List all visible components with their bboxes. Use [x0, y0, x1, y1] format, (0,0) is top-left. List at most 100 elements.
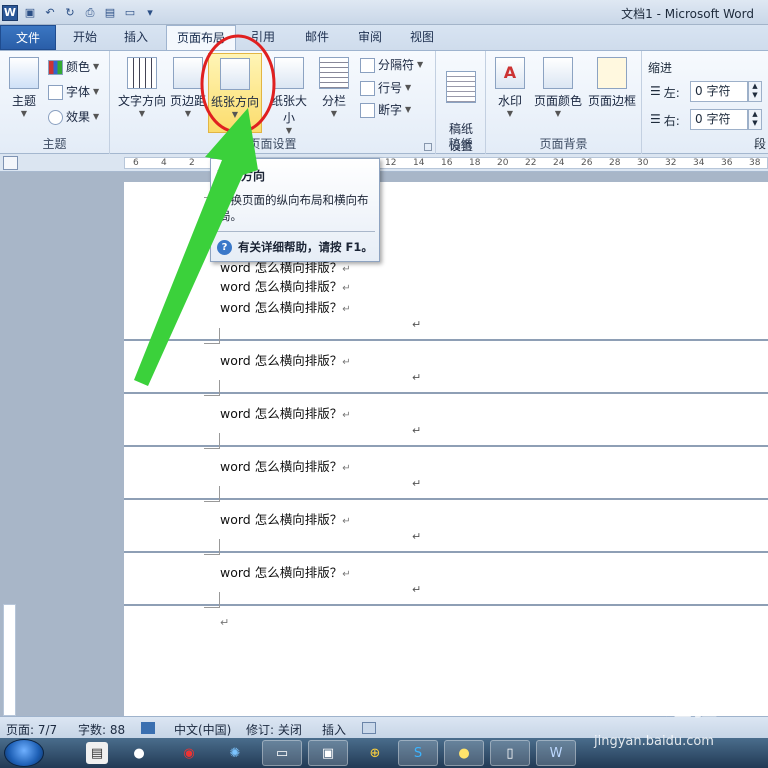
tab-review[interactable]: 审阅 — [346, 25, 394, 50]
text-direction-icon — [127, 57, 157, 89]
vertical-ruler[interactable] — [3, 604, 16, 716]
paint-icon[interactable]: ▣ — [308, 740, 348, 766]
chevron-down-icon: ▼ — [93, 62, 100, 71]
ruler-tick-label: 26 — [581, 158, 593, 168]
tab-file[interactable]: 文件 — [0, 25, 56, 50]
indent-left-spinner[interactable]: ▲ ▼ — [748, 81, 762, 102]
ruler-tick-label: 38 — [749, 158, 761, 168]
watermark-button[interactable]: A 水印 ▼ — [490, 57, 530, 118]
quick-access-toolbar: W ▣ ↶ ↻ ⎙ ▤ ▭ ▾ — [2, 3, 158, 22]
chevron-down-icon: ▼ — [417, 60, 424, 69]
print-preview-icon[interactable]: ⎙ — [82, 5, 98, 21]
line-numbers-button[interactable]: 行号 ▼ — [360, 78, 411, 98]
margin-corner — [204, 433, 220, 449]
customize-toolbar-icon[interactable]: ▾ — [142, 5, 158, 21]
baidu-watermark: Baidu经验 — [582, 692, 718, 722]
chat-icon[interactable]: ● — [444, 740, 484, 766]
tooltip-description: 切换页面的纵向布局和横向布局。 — [219, 193, 369, 223]
paragraph-mark: ↵ — [412, 583, 422, 596]
notepad-icon[interactable]: ▯ — [490, 740, 530, 766]
word-icon[interactable]: W — [536, 740, 576, 766]
page-borders-button[interactable]: 页面边框 — [586, 57, 638, 109]
dialog-launcher-icon[interactable] — [424, 143, 432, 151]
page-break — [124, 498, 768, 500]
tab-selector[interactable] — [3, 156, 18, 170]
group-indent: 缩进 ☰ 左: 0 字符 ▲ ▼ ☰ 右: 0 字符 ▲ ▼ 段 — [642, 51, 768, 155]
text-line[interactable]: word 怎么横向排版？↵ — [220, 456, 351, 475]
text-line[interactable]: word 怎么横向排版？↵ — [220, 403, 351, 422]
fonts-button[interactable]: 字体 ▼ — [48, 82, 99, 102]
proofing-icon[interactable] — [141, 722, 155, 734]
tab-references[interactable]: 引用 — [240, 25, 286, 50]
indent-right-spinner[interactable]: ▲ ▼ — [748, 109, 762, 130]
orientation-button[interactable]: 纸张方向 ▼ — [208, 53, 262, 133]
indent-left-field[interactable]: 0 字符 — [690, 81, 748, 102]
effects-button[interactable]: 效果 ▼ — [48, 107, 99, 127]
paragraph-mark: ↵ — [220, 616, 230, 629]
sogou-icon[interactable]: S — [398, 740, 438, 766]
margin-corner — [204, 328, 220, 344]
text-line[interactable]: word 怎么横向排版？↵ — [220, 562, 351, 581]
ruler-tick-label: 34 — [693, 158, 705, 168]
orb-icon[interactable]: ✺ — [222, 740, 248, 766]
qq-icon[interactable]: ● — [126, 740, 152, 766]
tab-insert[interactable]: 插入 — [112, 25, 160, 50]
hyphenation-button[interactable]: 断字 ▼ — [360, 100, 411, 120]
document-area[interactable]: word 怎么横向排版？↵ word 怎么横向排版？↵ word 怎么横向排版？… — [124, 182, 768, 716]
tab-mailings[interactable]: 邮件 — [292, 25, 342, 50]
effects-icon — [48, 109, 63, 125]
size-button[interactable]: 纸张大小 ▼ — [266, 57, 312, 135]
indent-left-icon: ☰ — [650, 84, 661, 98]
netease-music-icon[interactable]: ◉ — [176, 740, 202, 766]
macro-icon[interactable] — [362, 722, 376, 734]
text-line[interactable]: word 怎么横向排版？↵ — [220, 276, 351, 295]
group-label: 页面背景 — [539, 137, 588, 151]
undo-icon[interactable]: ↶ — [42, 5, 58, 21]
text-direction-button[interactable]: 文字方向 ▼ — [116, 57, 168, 118]
page-orientation-icon — [220, 58, 250, 90]
explorer-icon[interactable]: ▭ — [262, 740, 302, 766]
ruler-tick-label: 18 — [469, 158, 481, 168]
columns-button[interactable]: 分栏 ▼ — [316, 57, 352, 118]
text-line[interactable]: word 怎么横向排版？↵ — [220, 297, 351, 316]
ruler-tick-label: 32 — [665, 158, 677, 168]
status-page[interactable]: 页面: 7/7 — [6, 721, 57, 738]
save-icon[interactable]: ▣ — [22, 5, 38, 21]
page-color-icon — [543, 57, 573, 89]
watermark-icon: A — [495, 57, 525, 89]
status-word-count[interactable]: 字数: 88 — [78, 721, 125, 738]
chevron-down-icon: ▼ — [554, 109, 562, 118]
tab-view[interactable]: 视图 — [398, 25, 446, 50]
text-line[interactable]: word 怎么横向排版？↵ — [220, 509, 351, 528]
open-folder-icon[interactable]: ▭ — [122, 5, 138, 21]
redo-icon[interactable]: ↻ — [62, 5, 78, 21]
margins-button[interactable]: 页边距 ▼ — [168, 57, 208, 118]
folder-icon[interactable]: ▤ — [86, 742, 108, 764]
tab-home[interactable]: 开始 — [60, 25, 110, 50]
indent-right-field[interactable]: 0 字符 — [690, 109, 748, 130]
text-line[interactable]: word 怎么横向排版？↵ — [220, 350, 351, 369]
chevron-down-icon: ▼ — [184, 109, 192, 118]
chevron-down-icon: ▼ — [93, 112, 100, 121]
colors-button[interactable]: 颜色 ▼ — [48, 57, 99, 77]
start-orb-icon[interactable] — [4, 739, 44, 767]
group-label: 主题 — [42, 137, 67, 151]
word-logo-icon[interactable]: W — [2, 4, 18, 21]
status-language[interactable]: 中文(中国) — [174, 721, 231, 738]
theme-button[interactable]: 主题 ▼ — [4, 57, 44, 118]
page-color-button[interactable]: 页面颜色 ▼ — [532, 57, 584, 118]
new-document-icon[interactable]: ▤ — [102, 5, 118, 21]
breaks-button[interactable]: 分隔符 ▼ — [360, 55, 423, 75]
window-title: 文档1 - Microsoft Word — [621, 7, 754, 21]
margin-corner — [204, 592, 220, 608]
status-track-changes[interactable]: 修订: 关闭 — [246, 721, 302, 738]
page-size-icon — [274, 57, 304, 89]
columns-icon — [319, 57, 349, 89]
group-page-background: A 水印 ▼ 页面颜色 ▼ 页面边框 页面背景 — [486, 51, 642, 155]
paragraph-mark: ↵ — [412, 477, 422, 490]
margin-corner — [204, 539, 220, 555]
group-draft: 稿纸 设置 稿纸 — [436, 51, 486, 155]
status-insert-mode[interactable]: 插入 — [322, 721, 346, 738]
tab-page-layout[interactable]: 页面布局 — [166, 25, 236, 50]
360-icon[interactable]: ⊕ — [362, 740, 388, 766]
